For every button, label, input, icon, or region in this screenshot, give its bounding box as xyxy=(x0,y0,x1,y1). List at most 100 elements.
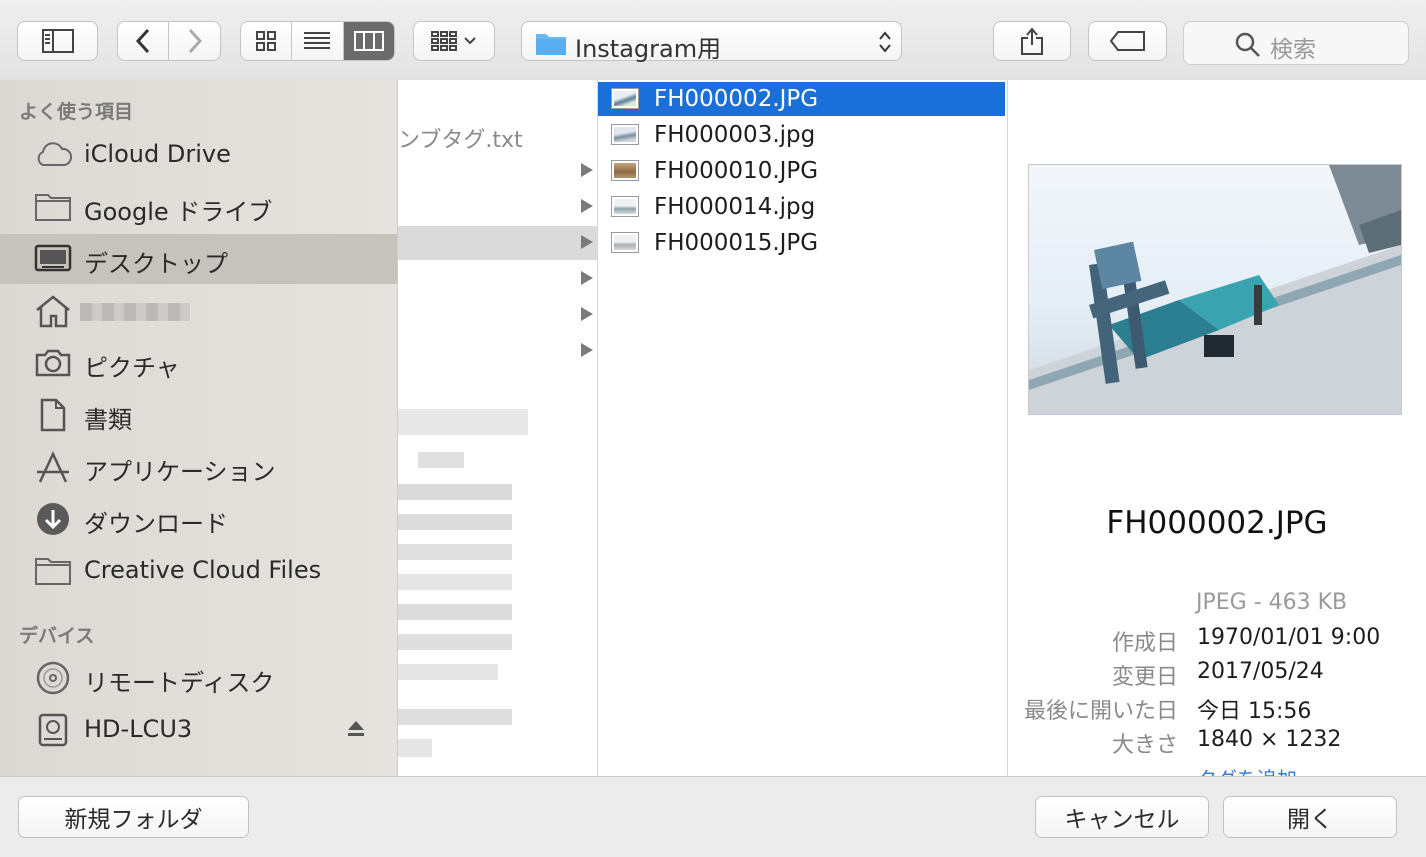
sidebar-item-pictures[interactable]: ピクチャ xyxy=(0,338,397,388)
arrange-button[interactable] xyxy=(413,21,495,61)
home-icon xyxy=(36,295,70,328)
file-name: FH000010.JPG xyxy=(654,158,819,184)
disclosure-arrow-icon xyxy=(581,163,593,177)
file-row[interactable]: FH000014.jpg xyxy=(598,190,1005,224)
files-column: FH000002.JPG FH000003.jpg FH000010.JPG F… xyxy=(598,80,1008,776)
disclosure-arrow-icon xyxy=(581,199,593,213)
arrange-icon xyxy=(431,31,476,51)
sidebar-item-hd-lcu3[interactable]: HD-LCU3 xyxy=(0,705,397,755)
file-row[interactable]: FH000003.jpg xyxy=(598,118,1005,152)
redacted-item xyxy=(398,484,512,500)
redacted-item xyxy=(398,739,432,757)
sidebar-toggle-button[interactable] xyxy=(17,21,98,61)
list-view-icon xyxy=(304,32,331,49)
redacted-item xyxy=(418,452,464,468)
chevron-right-icon xyxy=(188,28,202,54)
meta-value: 1840 × 1232 xyxy=(1197,727,1342,752)
column-view-icon xyxy=(353,31,384,51)
camera-icon xyxy=(35,349,71,377)
sidebar-item-remote-disc[interactable]: リモートディスク xyxy=(0,653,397,703)
sidebar-item-label: 書類 xyxy=(84,406,132,434)
sidebar-item-google-drive[interactable]: Google ドライブ xyxy=(0,182,397,232)
cancel-button[interactable]: キャンセル xyxy=(1035,796,1209,838)
back-button[interactable] xyxy=(118,22,170,60)
redacted-username xyxy=(80,303,190,321)
sidebar-icon xyxy=(41,29,74,53)
file-row[interactable]: FH000010.JPG xyxy=(598,154,1005,188)
search-field[interactable]: 検索 xyxy=(1183,21,1409,65)
footer: 新規フォルダ キャンセル 開く xyxy=(0,776,1426,857)
column-item-text-file[interactable]: ンブタグ.txt xyxy=(398,122,523,154)
cloud-icon xyxy=(37,142,72,166)
download-icon xyxy=(37,503,69,535)
sidebar-item-label: リモートディスク xyxy=(84,669,275,697)
eject-icon[interactable] xyxy=(347,719,365,737)
share-icon xyxy=(1021,27,1043,55)
meta-label: 最後に開いた日 xyxy=(1023,699,1178,724)
tags-button[interactable] xyxy=(1088,21,1167,61)
meta-value: 2017/05/24 xyxy=(1197,659,1324,684)
forward-button[interactable] xyxy=(169,22,220,60)
document-icon xyxy=(40,398,66,432)
sidebar-item-desktop[interactable]: デスクトップ xyxy=(0,234,397,284)
folder-icon xyxy=(536,34,566,55)
sidebar-item-downloads[interactable]: ダウンロード xyxy=(0,494,397,544)
disclosure-arrow-icon xyxy=(581,235,593,249)
sidebar-item-label: HD-LCU3 xyxy=(84,715,193,743)
new-folder-button[interactable]: 新規フォルダ xyxy=(18,796,249,838)
search-placeholder: 検索 xyxy=(1270,37,1316,63)
applications-icon xyxy=(37,451,69,483)
file-name: FH000015.JPG xyxy=(654,230,819,256)
image-thumbnail-icon xyxy=(611,124,639,145)
column-item-selected-folder[interactable] xyxy=(398,226,597,260)
file-name: FH000014.jpg xyxy=(654,194,816,220)
sidebar-item-label: iCloud Drive xyxy=(84,140,231,168)
disc-icon xyxy=(36,661,70,695)
path-popup[interactable]: Instagram用 xyxy=(521,21,902,63)
add-tags-link[interactable]: タグを追加... xyxy=(1197,763,1316,776)
path-label: Instagram用 xyxy=(575,35,722,63)
meta-dimensions: 大きさ 1840 × 1232 xyxy=(1008,727,1426,761)
file-row[interactable]: FH000015.JPG xyxy=(598,226,1005,260)
file-row[interactable]: FH000002.JPG xyxy=(598,82,1005,116)
sidebar-item-home[interactable] xyxy=(0,286,397,336)
sidebar: よく使う項目 iCloud Drive Google ドライブ デスクトップ ピ… xyxy=(0,80,398,776)
favorites-header: よく使う項目 xyxy=(19,101,134,123)
redacted-item xyxy=(398,604,512,620)
redacted-item xyxy=(398,409,528,435)
sidebar-item-icloud-drive[interactable]: iCloud Drive xyxy=(0,130,397,180)
meta-last-opened: 最後に開いた日 今日 15:56 xyxy=(1008,693,1426,727)
sidebar-item-documents[interactable]: 書類 xyxy=(0,390,397,440)
preview-image xyxy=(1028,164,1402,415)
icon-view-icon xyxy=(256,31,277,51)
redacted-item xyxy=(398,514,512,530)
devices-header: デバイス xyxy=(19,625,95,647)
back-forward-control xyxy=(117,21,221,61)
meta-created: 作成日 1970/01/01 9:00 xyxy=(1008,625,1426,659)
list-view-button[interactable] xyxy=(292,22,344,60)
column-view-button[interactable] xyxy=(343,22,394,60)
sidebar-item-label: ピクチャ xyxy=(84,354,180,382)
sidebar-item-label: Google ドライブ xyxy=(84,198,273,226)
share-button[interactable] xyxy=(993,21,1071,61)
disclosure-arrow-icon xyxy=(581,343,593,357)
sidebar-item-applications[interactable]: アプリケーション xyxy=(0,442,397,492)
tag-icon xyxy=(1109,31,1145,51)
sidebar-item-creative-cloud-files[interactable]: Creative Cloud Files xyxy=(0,546,397,596)
redacted-item xyxy=(398,664,498,680)
image-thumbnail-icon xyxy=(611,232,639,253)
open-button[interactable]: 開く xyxy=(1223,796,1397,838)
redacted-item xyxy=(398,574,512,590)
toolbar: Instagram用 検索 xyxy=(0,0,1426,81)
redacted-item xyxy=(398,709,512,725)
icon-view-button[interactable] xyxy=(241,22,293,60)
image-thumbnail-icon xyxy=(611,88,639,109)
disclosure-arrow-icon xyxy=(581,307,593,321)
meta-label: 作成日 xyxy=(1111,631,1178,656)
chevron-left-icon xyxy=(135,28,150,54)
meta-modified: 変更日 2017/05/24 xyxy=(1008,659,1426,693)
sidebar-item-label: ダウンロード xyxy=(84,510,228,538)
file-name: FH000003.jpg xyxy=(654,122,816,148)
external-drive-icon xyxy=(38,713,68,747)
search-icon xyxy=(1235,32,1260,57)
